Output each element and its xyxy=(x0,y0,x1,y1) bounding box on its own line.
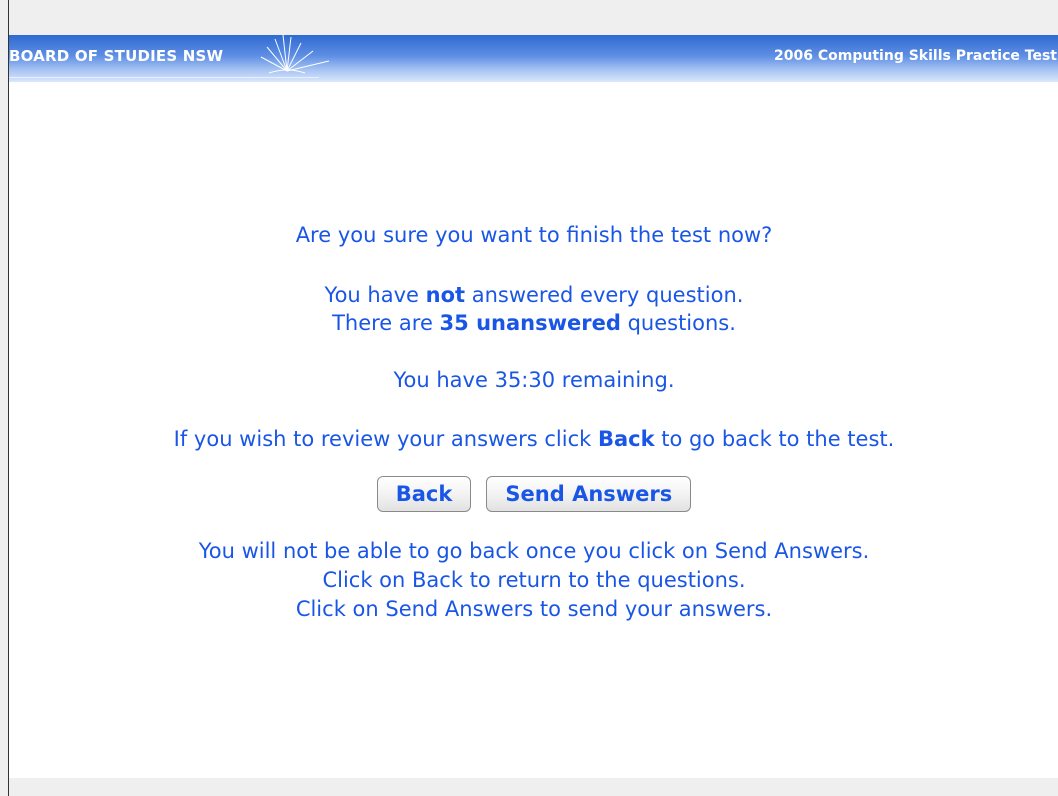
action-buttons: Back Send Answers xyxy=(9,476,1058,512)
send-answers-button[interactable]: Send Answers xyxy=(486,476,692,512)
status-line1-text: You have xyxy=(324,283,426,307)
bottom-band xyxy=(9,778,1058,796)
logo-underline xyxy=(9,77,319,78)
status-line2-text: There are xyxy=(332,311,440,335)
send-warning: You will not be able to go back once you… xyxy=(9,537,1058,624)
top-band xyxy=(9,0,1058,35)
answer-status-line1: You have not answered every question. xyxy=(9,281,1058,309)
starburst-logo-icon xyxy=(260,35,330,74)
review-instruction: If you wish to review your answers click… xyxy=(9,425,1058,453)
answer-status: You have not answered every question. Th… xyxy=(9,281,1058,337)
header-banner: BOARD OF STUDIES NSW 2006 Computing Skil… xyxy=(9,35,1058,82)
status-line2-text-end: questions. xyxy=(620,311,736,335)
status-line1-text-end: answered every question. xyxy=(465,283,744,307)
send-warning-line2: Click on Back to return to the questions… xyxy=(322,568,746,592)
page: BOARD OF STUDIES NSW 2006 Computing Skil… xyxy=(8,0,1058,796)
header-title: 2006 Computing Skills Practice Test xyxy=(774,48,1057,64)
status-line1-emphasis: not xyxy=(425,283,466,307)
board-of-studies-logo-text: BOARD OF STUDIES NSW xyxy=(9,47,224,65)
send-warning-line3: Click on Send Answers to send your answe… xyxy=(295,597,773,621)
finish-question: Are you sure you want to finish the test… xyxy=(9,221,1058,249)
time-remaining-value: 35:30 xyxy=(494,368,556,392)
finish-question-text: Are you sure you want to finish the test… xyxy=(295,223,773,247)
review-back-emphasis: Back xyxy=(597,427,655,451)
time-remaining: You have 35:30 remaining. xyxy=(9,366,1058,394)
time-remaining-text: You have xyxy=(393,368,495,392)
review-instruction-line: If you wish to review your answers click… xyxy=(9,425,1058,453)
review-text-end: to go back to the test. xyxy=(654,427,895,451)
answer-status-line2: There are 35 unanswered questions. xyxy=(9,309,1058,337)
time-remaining-line: You have 35:30 remaining. xyxy=(9,366,1058,394)
unanswered-count: 35 unanswered xyxy=(439,311,621,335)
back-button[interactable]: Back xyxy=(376,476,472,512)
send-warning-line1: You will not be able to go back once you… xyxy=(198,539,870,563)
time-remaining-text-end: remaining. xyxy=(555,368,675,392)
review-text: If you wish to review your answers click xyxy=(173,427,598,451)
